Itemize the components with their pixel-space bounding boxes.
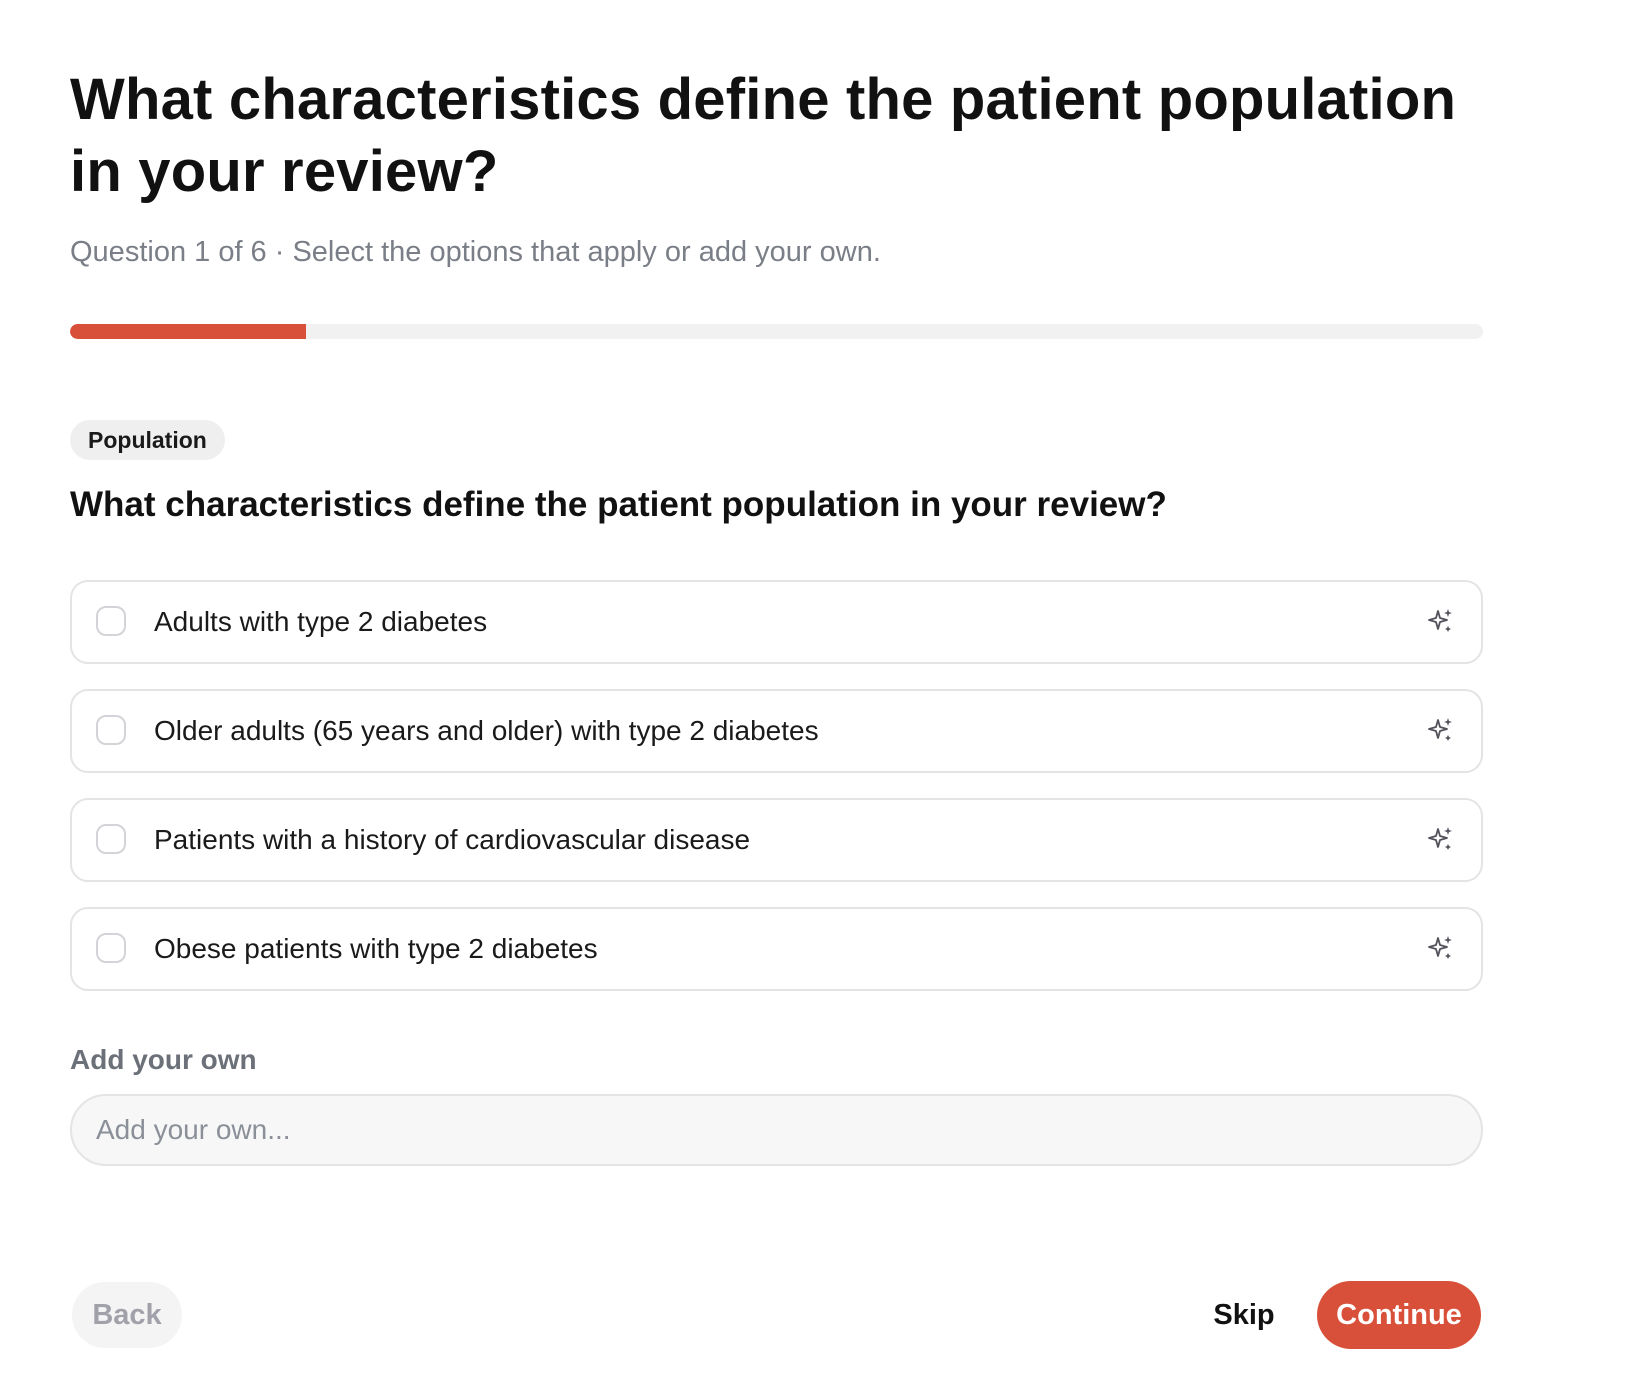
option-checkbox[interactable] [96,715,126,745]
progress-bar-fill [70,324,306,339]
back-button[interactable]: Back [72,1282,182,1348]
option-label: Adults with type 2 diabetes [154,606,488,637]
sparkle-icon[interactable] [1427,934,1455,962]
sparkle-icon[interactable] [1427,716,1455,744]
options-list: Adults with type 2 diabetes Older adults… [70,580,1483,1016]
option-label: Patients with a history of cardiovascula… [154,824,751,855]
category-tag: Population [70,420,225,460]
option-item[interactable]: Patients with a history of cardiovascula… [70,798,1483,882]
question-subtitle: Question 1 of 6 · Select the options tha… [70,236,881,268]
continue-button[interactable]: Continue [1317,1281,1481,1349]
add-your-own-label: Add your own [70,1044,257,1075]
sparkle-icon[interactable] [1427,825,1455,853]
progress-bar [70,324,1483,339]
option-checkbox[interactable] [96,606,126,636]
page-title: What characteristics define the patient … [70,67,1457,204]
option-checkbox[interactable] [96,933,126,963]
add-your-own-input[interactable] [70,1094,1483,1166]
question-heading: What characteristics define the patient … [70,485,1167,524]
option-item[interactable]: Obese patients with type 2 diabetes [70,907,1483,991]
option-label: Older adults (65 years and older) with t… [154,715,819,746]
option-label: Obese patients with type 2 diabetes [154,933,598,964]
option-item[interactable]: Adults with type 2 diabetes [70,580,1483,664]
skip-button[interactable]: Skip [1194,1282,1294,1348]
option-checkbox[interactable] [96,824,126,854]
sparkle-icon[interactable] [1427,607,1455,635]
option-item[interactable]: Older adults (65 years and older) with t… [70,689,1483,773]
